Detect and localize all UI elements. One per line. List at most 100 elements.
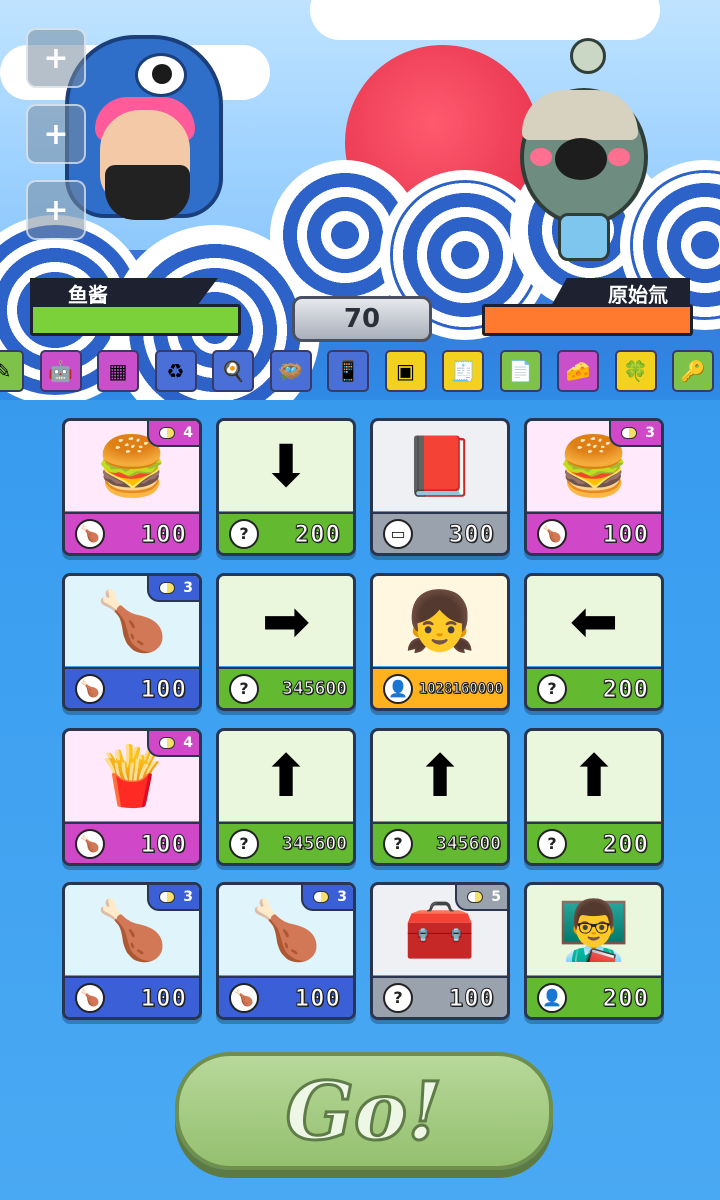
inventory-item-icon: ♻ (166, 359, 185, 383)
stock-count: 3 (183, 580, 193, 596)
inventory-slot[interactable]: 🧾 (442, 350, 484, 392)
item-card[interactable]: 🍔 4 🍗 100 (62, 418, 202, 556)
pill-icon (159, 582, 176, 594)
item-card[interactable]: 🍔 3 🍗 100 (524, 418, 664, 556)
item-card[interactable]: ⬆? 345600 (370, 728, 510, 866)
inventory-item-icon: ▣ (396, 359, 415, 383)
inventory-slot[interactable]: 🤖 (39, 350, 82, 392)
inventory-item-icon: 🧾 (450, 359, 476, 383)
card-price: 345600 (281, 833, 347, 855)
go-button[interactable]: Go! (175, 1052, 553, 1170)
card-price-bar: ? 100 (373, 976, 507, 1017)
item-card[interactable]: ⬅? 200 (524, 573, 664, 711)
enemy-nose (555, 138, 607, 180)
currency-icon: 👤 (383, 673, 413, 704)
add-slot-button-3[interactable]: + (26, 180, 86, 240)
card-price-bar: ? 200 (219, 512, 353, 553)
card-price: 345600 (281, 678, 347, 700)
currency-icon: 👤 (537, 982, 567, 1013)
stock-count: 5 (491, 889, 501, 905)
card-price-bar: 🍗 100 (65, 512, 199, 553)
add-slot-button-1[interactable]: + (26, 28, 86, 88)
inventory-item-icon: ✎ (0, 359, 12, 383)
card-price: 300 (448, 519, 495, 548)
card-item-icon: ⬆ (527, 731, 661, 821)
card-price-bar: 🍗 100 (219, 976, 353, 1017)
item-card[interactable]: 👧 👤 1028160000 (370, 573, 510, 711)
card-price-bar: ? 200 (527, 667, 661, 708)
card-price-bar: ? 345600 (219, 667, 353, 708)
stock-badge: 4 (147, 731, 199, 757)
inventory-item-icon: ▦ (108, 359, 128, 383)
item-card[interactable]: 👨‍🏫 👤 200 (524, 882, 664, 1020)
inventory-strip: ✎ 🤖 ▦ ♻ 🍳 🪺 📱 ▣ 🧾 📄 🧀 🍀 🔑 (0, 350, 720, 394)
card-price: 100 (602, 519, 649, 548)
item-card[interactable]: 🧰 5? 100 (370, 882, 510, 1020)
inventory-slot[interactable]: 📄 (499, 350, 542, 392)
card-price-bar: ? 345600 (373, 822, 507, 863)
pill-icon (621, 427, 638, 439)
currency-icon: ? (537, 828, 567, 859)
enemy-hp-bar (482, 304, 693, 336)
inventory-slot[interactable]: 🍀 (614, 350, 657, 392)
currency-icon: ? (229, 828, 259, 859)
stock-count: 3 (183, 889, 193, 905)
inventory-slot[interactable]: ▣ (384, 350, 427, 392)
item-card[interactable]: 📕 ▭ 300 (370, 418, 510, 556)
stock-count: 3 (645, 425, 655, 441)
inventory-slot[interactable]: 🍳 (212, 350, 254, 392)
stock-badge: 3 (609, 421, 661, 447)
item-card[interactable]: 🍗 3 🍗 100 (216, 882, 356, 1020)
currency-icon: ? (229, 673, 259, 704)
inventory-slot[interactable]: 🔑 (672, 350, 714, 392)
card-price: 200 (602, 983, 649, 1012)
stock-count: 3 (337, 889, 347, 905)
item-card[interactable]: ⬇? 200 (216, 418, 356, 556)
stock-count: 4 (183, 735, 193, 751)
item-card[interactable]: 🍟 4 🍗 100 (62, 728, 202, 866)
item-card[interactable]: ⬆? 345600 (216, 728, 356, 866)
card-price: 100 (140, 519, 187, 548)
inventory-slot[interactable]: 🪺 (269, 350, 312, 392)
inventory-slot[interactable]: 🧀 (557, 350, 599, 392)
stock-badge: 3 (301, 885, 353, 911)
card-item-icon: ⬇ (219, 421, 353, 511)
card-price: 200 (294, 519, 341, 548)
currency-icon: ▭ (383, 518, 413, 549)
card-item-icon: 📕 (373, 421, 507, 511)
inventory-slot[interactable]: 📱 (327, 350, 369, 392)
inventory-slot[interactable]: ♻ (154, 350, 197, 392)
add-slot-button-2[interactable]: + (26, 104, 86, 164)
pill-icon (159, 737, 176, 749)
inventory-item-icon: 🧀 (565, 359, 591, 383)
enemy-antenna (570, 38, 606, 74)
pill-icon (467, 891, 484, 903)
card-price-bar: 🍗 100 (527, 512, 661, 553)
item-card[interactable]: ⬆? 200 (524, 728, 664, 866)
stock-badge: 3 (147, 885, 199, 911)
inventory-item-icon: 🔑 (680, 359, 706, 383)
card-price: 100 (140, 674, 187, 703)
currency-icon: ? (229, 518, 259, 549)
card-item-icon: ⬆ (373, 731, 507, 821)
item-card[interactable]: 🍗 3 🍗 100 (62, 882, 202, 1020)
card-price-bar: 🍗 100 (65, 976, 199, 1017)
hood-eye (135, 53, 187, 97)
inventory-slot[interactable]: ▦ (97, 350, 139, 392)
card-price: 345600 (435, 833, 501, 855)
card-item-icon: 👨‍🏫 (527, 885, 661, 975)
item-card[interactable]: 🍗 3 🍗 100 (62, 573, 202, 711)
pill-icon (159, 891, 176, 903)
card-item-icon: ⬅ (527, 576, 661, 666)
inventory-slot[interactable]: ✎ (0, 350, 24, 392)
stock-badge: 4 (147, 421, 199, 447)
currency-icon: 🍗 (75, 518, 105, 549)
card-price-bar: 👤 200 (527, 976, 661, 1017)
card-price-bar: ? 200 (527, 822, 661, 863)
inventory-item-icon: 🪺 (278, 359, 303, 383)
item-card[interactable]: ➡? 345600 (216, 573, 356, 711)
card-item-icon: ⬆ (219, 731, 353, 821)
card-price: 100 (294, 983, 341, 1012)
inventory-item-icon: 📱 (335, 359, 361, 383)
card-item-icon: ➡ (219, 576, 353, 666)
